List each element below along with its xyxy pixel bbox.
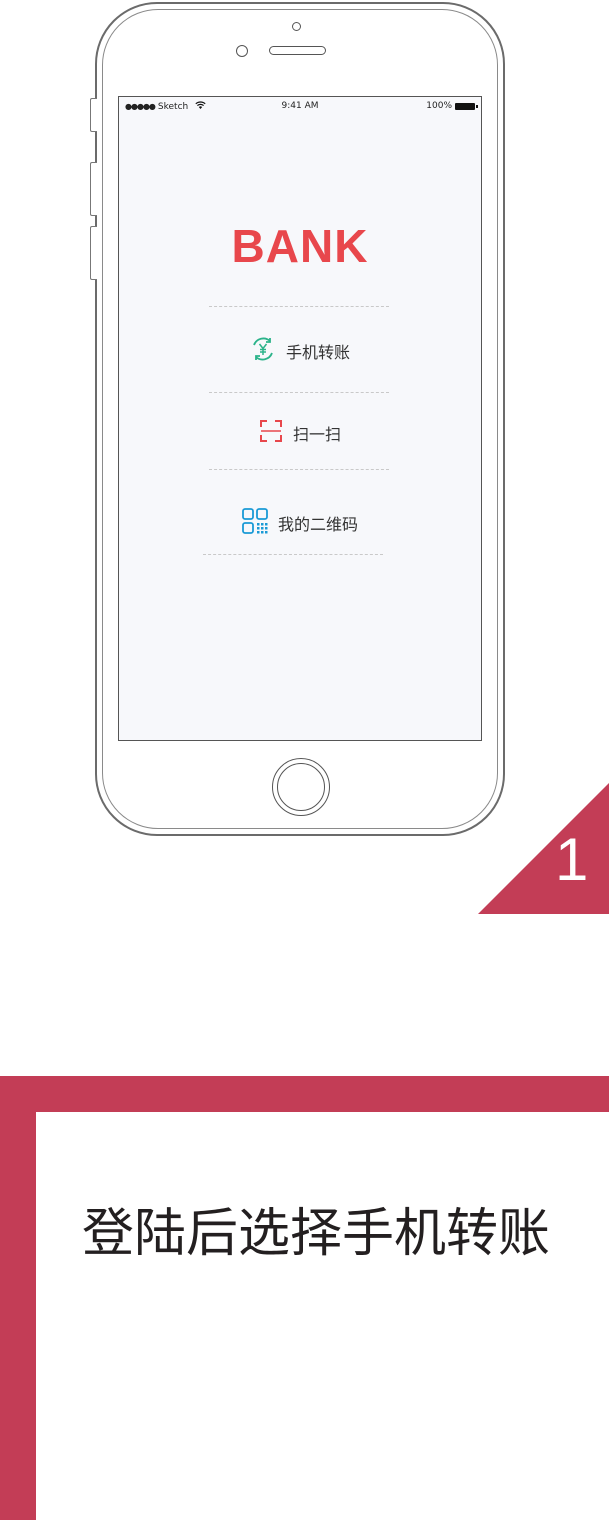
home-button[interactable] xyxy=(272,758,330,816)
divider xyxy=(209,306,389,307)
menu-label-my-qr-code: 我的二维码 xyxy=(277,515,358,534)
menu-label-scan: 扫一扫 xyxy=(292,425,341,444)
qr-code-icon xyxy=(242,508,268,538)
earpiece-speaker xyxy=(269,46,326,55)
yuan-transfer-icon xyxy=(250,336,276,366)
caption-frame-top xyxy=(0,1076,609,1112)
menu-item-scan[interactable]: 扫一扫 xyxy=(119,419,481,447)
battery-percent: 100% xyxy=(426,101,452,111)
step-caption: 登陆后选择手机转账 xyxy=(82,1204,551,1264)
front-camera xyxy=(292,22,301,31)
battery-icon xyxy=(455,102,478,110)
step-badge-triangle xyxy=(478,783,609,914)
volume-up-button xyxy=(90,162,97,216)
divider xyxy=(209,469,389,470)
mute-switch xyxy=(90,98,97,132)
divider xyxy=(209,392,389,393)
status-bar: ●●●●● Sketch 9:41 AM 100% xyxy=(119,97,481,115)
menu-item-phone-transfer[interactable]: 手机转账 xyxy=(119,336,481,366)
step-number: 1 xyxy=(555,826,589,893)
divider xyxy=(203,554,383,555)
proximity-sensor xyxy=(236,45,248,57)
caption-frame-left xyxy=(0,1076,36,1520)
bank-logo: BANK xyxy=(231,220,369,272)
volume-down-button xyxy=(90,226,97,280)
phone-screen: ●●●●● Sketch 9:41 AM 100% BANK 手机转账 扫一扫 … xyxy=(118,96,482,741)
scan-icon xyxy=(259,419,283,447)
menu-item-my-qr-code[interactable]: 我的二维码 xyxy=(119,508,481,538)
menu-label-phone-transfer: 手机转账 xyxy=(285,343,350,362)
